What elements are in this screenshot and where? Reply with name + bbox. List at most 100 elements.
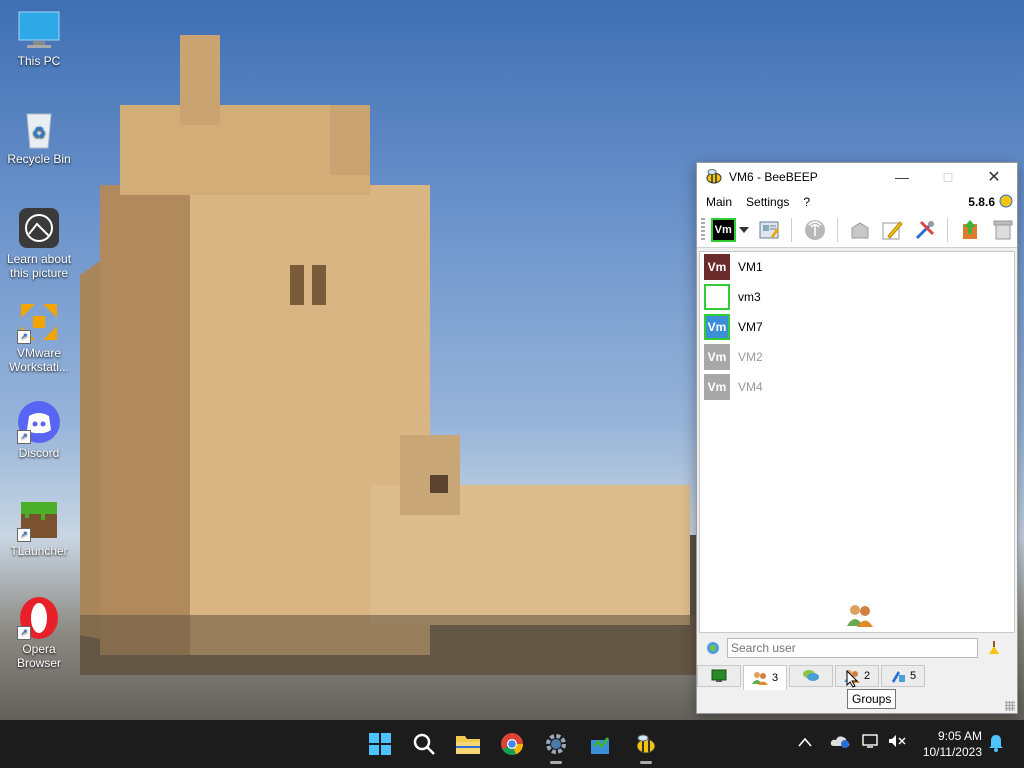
desktop-icon-label: VMware Workstati... <box>9 346 69 374</box>
tab-chats[interactable] <box>789 665 833 687</box>
file-explorer-button[interactable] <box>452 728 484 760</box>
onedrive-icon[interactable] <box>830 734 850 751</box>
notification-bell-icon[interactable] <box>988 734 1004 755</box>
user-name: vm3 <box>738 290 761 304</box>
search-button[interactable] <box>408 728 440 760</box>
status-avatar[interactable]: Vm <box>710 218 736 242</box>
screen-icon <box>711 669 727 682</box>
desktop-icon-label: Learn about this picture <box>6 252 72 280</box>
desktop-icon-tlauncher[interactable]: ↗ TLauncher <box>4 498 74 558</box>
wallpaper-tower <box>80 35 700 675</box>
clock-date: 10/11/2023 <box>922 745 982 759</box>
user-name: VM4 <box>738 380 763 394</box>
desktop-icon-label: Discord <box>18 446 60 460</box>
folder-icon <box>456 736 480 754</box>
start-button[interactable] <box>364 728 396 760</box>
tab-count: 2 <box>863 670 871 682</box>
menu-main[interactable]: Main <box>701 195 737 209</box>
beebeep-window[interactable]: VM6 - BeeBEEP — □ ✕ Main Settings ? 5.8.… <box>696 162 1018 714</box>
toolbar: Vm <box>697 213 1017 248</box>
tab-screen[interactable] <box>697 665 741 687</box>
user-row-vm3[interactable]: vm3 <box>700 282 1014 312</box>
tab-count: 5 <box>909 670 917 682</box>
taskbar: 9:05 AM 10/11/2023 <box>0 720 1024 768</box>
group-users-icon <box>847 605 873 627</box>
menu-help[interactable]: ? <box>798 195 815 209</box>
window-title: VM6 - BeeBEEP <box>729 170 818 184</box>
user-row-vm4[interactable]: Vm VM4 <box>700 372 1014 402</box>
app-button[interactable] <box>584 728 616 760</box>
edit-profile-icon[interactable] <box>755 215 783 245</box>
shortcut-arrow-icon: ↗ <box>17 330 31 344</box>
vmware-icon: ↗ <box>17 300 61 344</box>
shortcut-arrow-icon: ↗ <box>17 430 31 444</box>
toolbar-grip[interactable] <box>701 218 705 242</box>
desktop-icon-learn-about[interactable]: Learn about this picture <box>4 206 74 280</box>
notes-icon[interactable] <box>878 215 906 245</box>
maximize-button[interactable]: □ <box>925 163 971 191</box>
user-avatar: Vm <box>704 374 730 400</box>
menu-settings[interactable]: Settings <box>741 195 794 209</box>
clock-time: 9:05 AM <box>937 729 982 743</box>
shortcut-arrow-icon: ↗ <box>17 528 31 542</box>
clear-search-icon[interactable] <box>986 640 1002 656</box>
search-filter-icon[interactable] <box>705 640 721 656</box>
resize-grip[interactable] <box>1005 701 1015 711</box>
user-row-vm7[interactable]: Vm VM7 <box>700 312 1014 342</box>
desktop-icon-label: Recycle Bin <box>7 152 71 166</box>
shortcut-arrow-icon: ↗ <box>17 626 31 640</box>
svg-text:♻: ♻ <box>32 125 46 142</box>
tab-users[interactable]: 3 <box>743 665 787 690</box>
share-files-icon[interactable] <box>956 215 984 245</box>
version-label: 5.8.6 <box>968 195 995 209</box>
search-row <box>699 635 1013 661</box>
clear-icon[interactable] <box>989 215 1017 245</box>
windows-logo-icon <box>369 733 391 755</box>
volume-muted-icon[interactable] <box>888 734 906 751</box>
clock[interactable]: 9:05 AM 10/11/2023 <box>923 728 982 760</box>
bee-icon <box>636 734 656 754</box>
user-avatar: Vm <box>704 344 730 370</box>
user-list[interactable]: Vm VM1 vm3 Vm VM7 Vm VM2 Vm VM4 <box>699 251 1015 633</box>
desktop-icon-label: This PC <box>17 54 61 68</box>
search-input[interactable] <box>727 638 978 658</box>
user-avatar: Vm <box>704 314 730 340</box>
desktop-icon-recycle-bin[interactable]: ♻ Recycle Bin <box>4 106 74 166</box>
groups-tooltip: Groups <box>847 689 897 709</box>
status-dropdown-icon[interactable] <box>738 215 751 245</box>
close-button[interactable]: ✕ <box>971 163 1017 191</box>
title-bar[interactable]: VM6 - BeeBEEP — □ ✕ <box>697 163 1017 191</box>
user-avatar: Vm <box>704 254 730 280</box>
desktop-icon-vmware[interactable]: ↗ VMware Workstati... <box>4 300 74 374</box>
opera-icon: ↗ <box>17 596 61 640</box>
users-icon <box>751 672 768 685</box>
user-row-vm2[interactable]: Vm VM2 <box>700 342 1014 372</box>
mouse-cursor-icon <box>846 670 858 688</box>
tray-overflow-icon[interactable] <box>798 734 812 750</box>
recycle-bin-icon: ♻ <box>17 106 61 150</box>
network-icon[interactable] <box>800 215 828 245</box>
beebeep-taskbar-button[interactable] <box>630 728 662 764</box>
menu-bar: Main Settings ? 5.8.6 <box>697 191 1017 213</box>
desktop-icon-label: Opera Browser <box>16 642 61 670</box>
user-avatar <box>704 284 730 310</box>
update-icon[interactable] <box>999 194 1013 208</box>
user-row-vm1[interactable]: Vm VM1 <box>700 252 1014 282</box>
desktop-icon-this-pc[interactable]: This PC <box>4 8 74 68</box>
bee-icon <box>706 169 722 184</box>
network-status-icon[interactable] <box>862 734 880 751</box>
user-name: VM1 <box>738 260 763 274</box>
settings-button[interactable] <box>540 728 572 764</box>
camera-icon <box>17 206 61 250</box>
desktop-icon-discord[interactable]: ↗ Discord <box>4 400 74 460</box>
chrome-icon <box>501 733 524 756</box>
grass-block-icon: ↗ <box>17 498 61 542</box>
desktop-icon-opera[interactable]: ↗ Opera Browser <box>4 596 74 670</box>
chat-icon <box>803 670 819 681</box>
search-icon <box>413 733 435 755</box>
broadcast-icon[interactable] <box>846 215 874 245</box>
minimize-button[interactable]: — <box>879 163 925 191</box>
chrome-button[interactable] <box>496 728 528 760</box>
tools-icon[interactable] <box>911 215 939 245</box>
tab-files[interactable]: 5 <box>881 665 925 687</box>
